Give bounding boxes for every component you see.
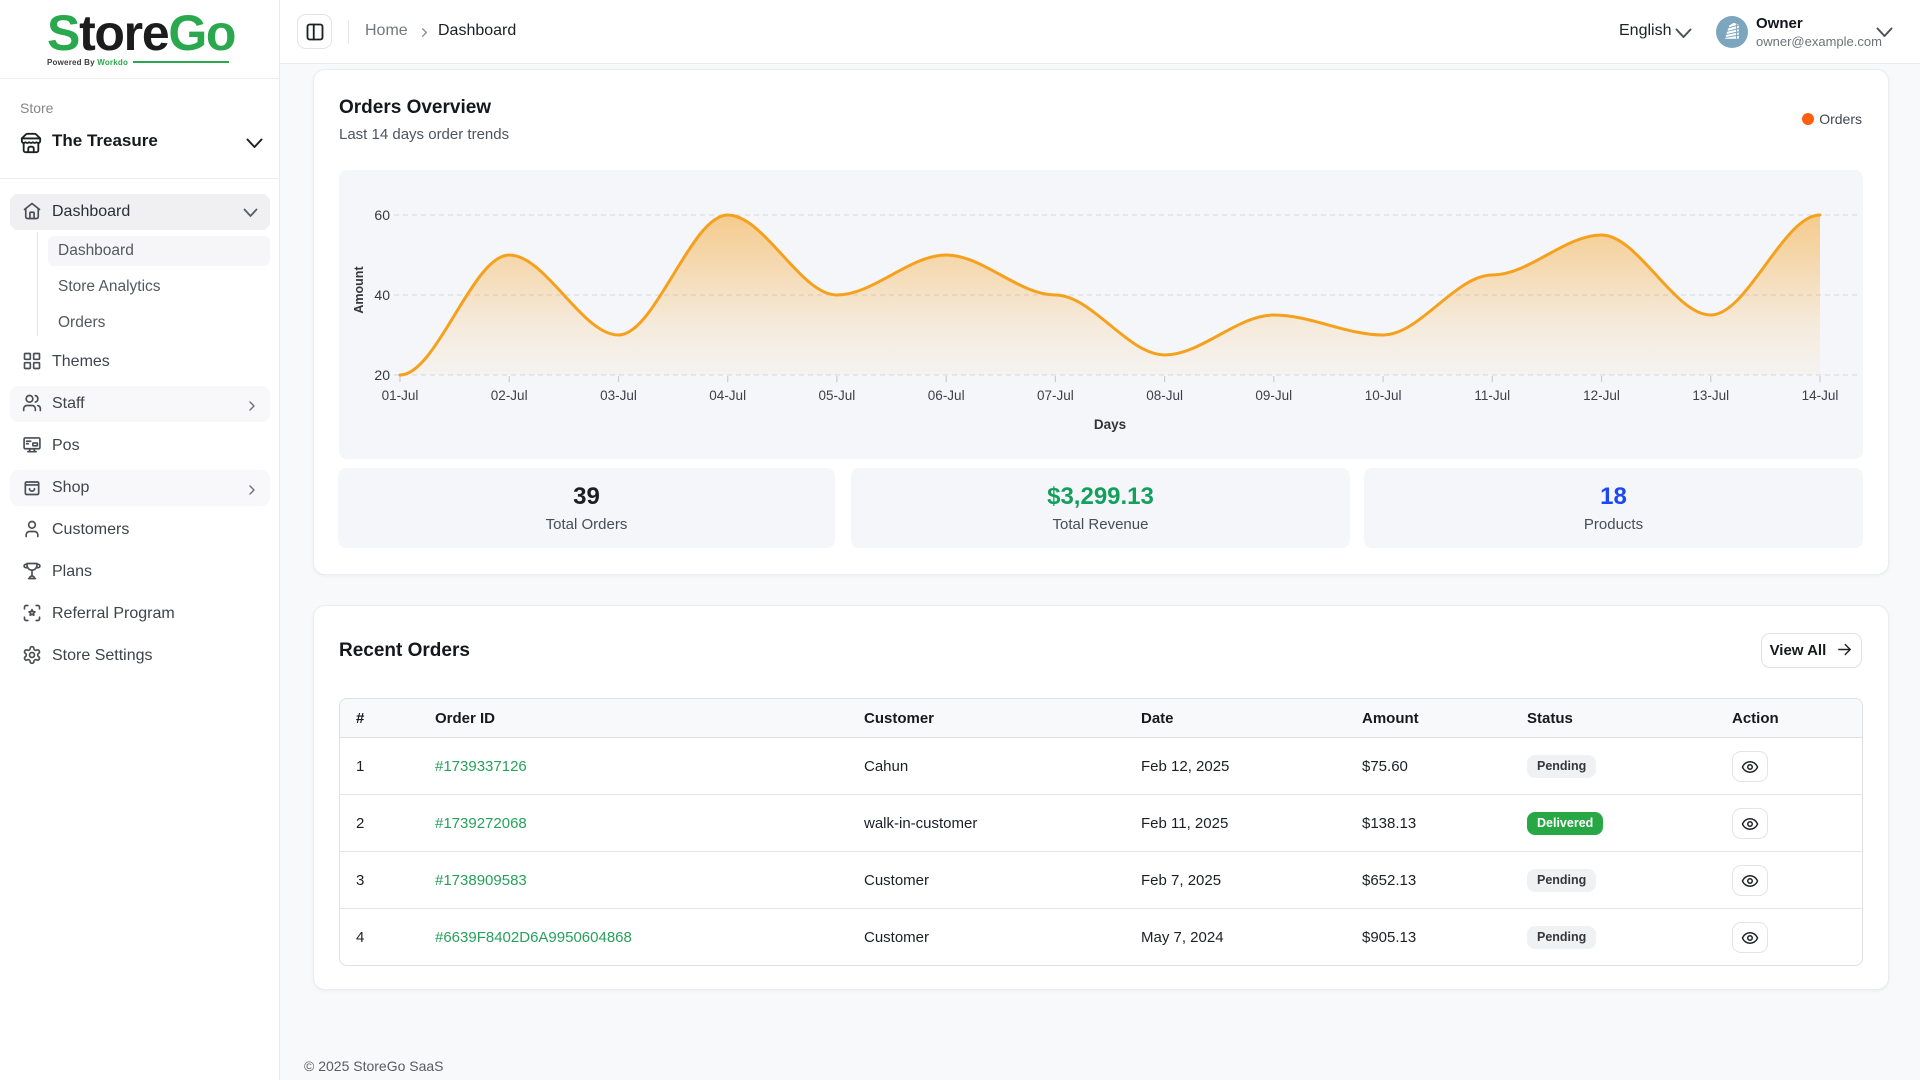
svg-text:01-Jul: 01-Jul [382,388,419,403]
svg-text:11-Jul: 11-Jul [1474,388,1510,403]
svg-text:13-Jul: 13-Jul [1692,388,1729,403]
svg-text:09-Jul: 09-Jul [1255,388,1292,403]
svg-text:40: 40 [374,287,390,303]
svg-text:03-Jul: 03-Jul [600,388,637,403]
svg-text:20: 20 [374,367,390,383]
svg-text:60: 60 [374,207,390,223]
svg-text:Amount: Amount [352,266,366,314]
svg-text:Days: Days [1094,417,1126,432]
svg-text:10-Jul: 10-Jul [1365,388,1402,403]
svg-text:06-Jul: 06-Jul [928,388,965,403]
svg-text:07-Jul: 07-Jul [1037,388,1074,403]
svg-text:02-Jul: 02-Jul [491,388,528,403]
svg-text:08-Jul: 08-Jul [1146,388,1183,403]
svg-text:14-Jul: 14-Jul [1802,388,1839,403]
svg-text:12-Jul: 12-Jul [1583,388,1620,403]
svg-text:05-Jul: 05-Jul [819,388,856,403]
svg-text:04-Jul: 04-Jul [709,388,746,403]
